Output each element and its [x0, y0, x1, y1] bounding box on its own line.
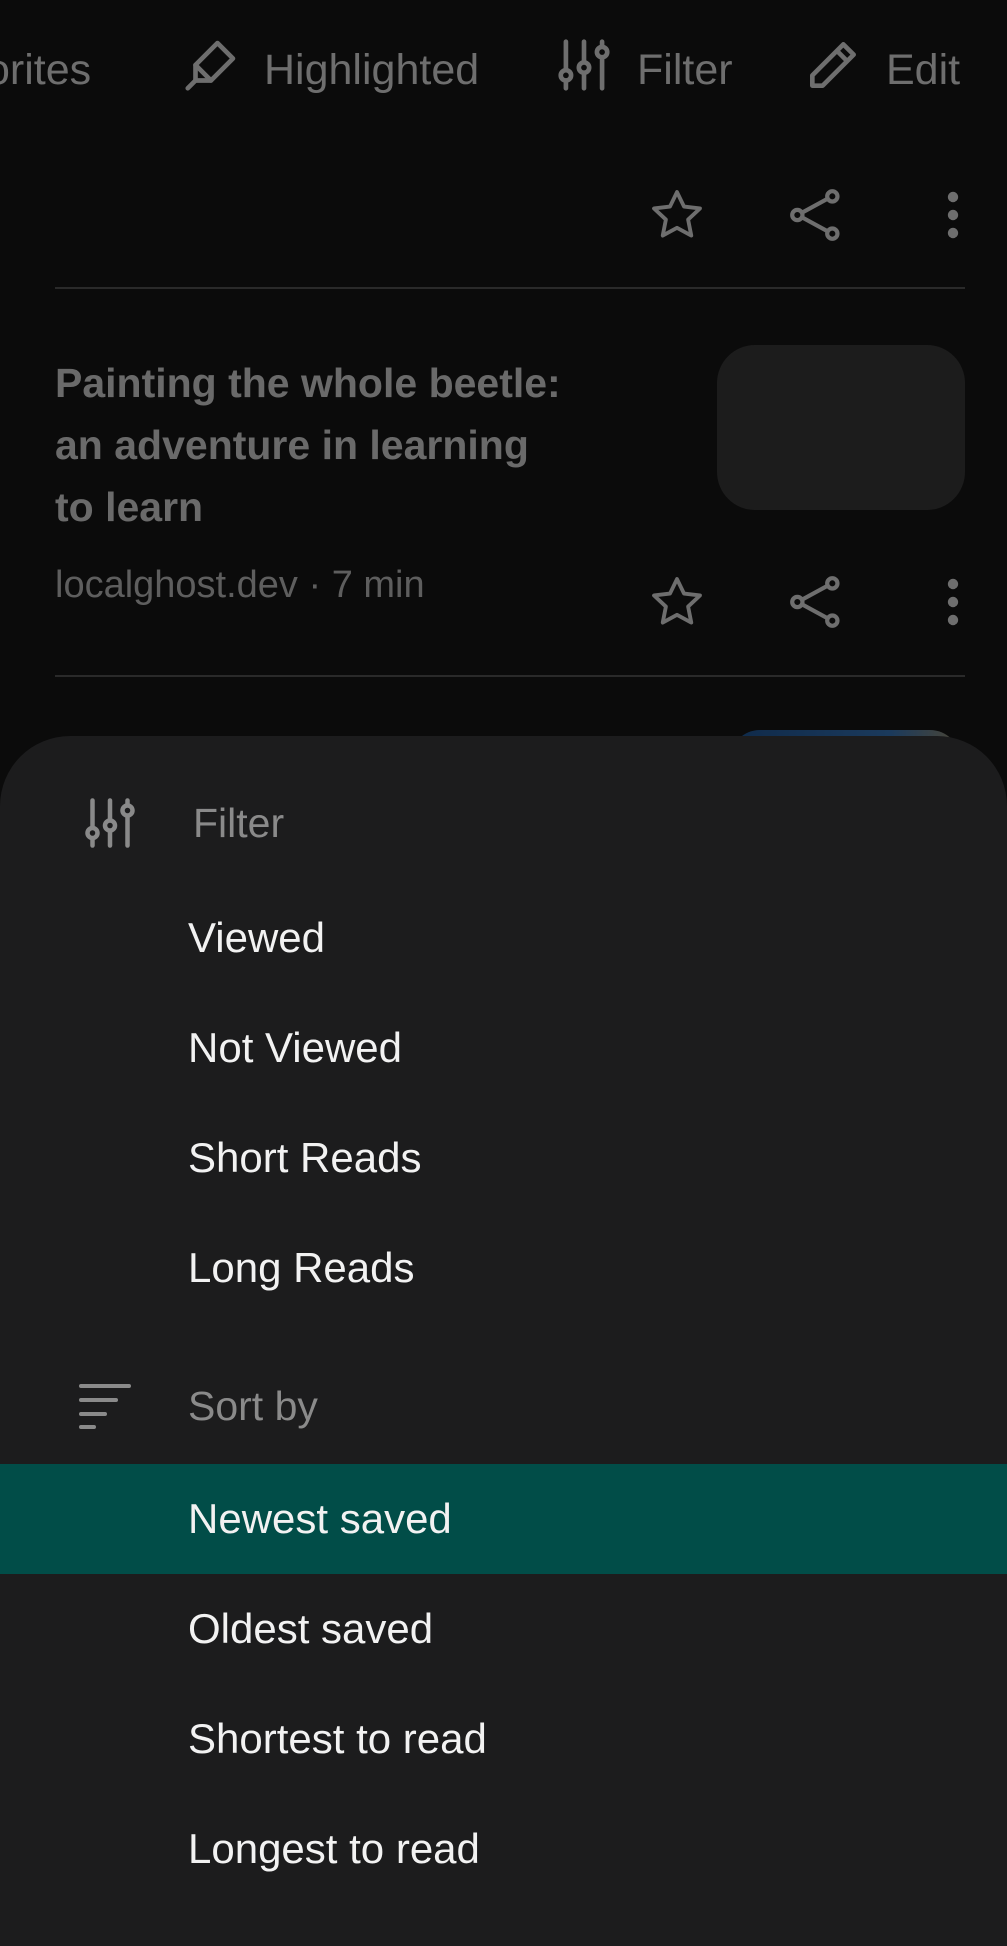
article-actions: [0, 180, 1007, 260]
more-vertical-icon[interactable]: [918, 180, 988, 250]
chip-favorites-label: orites: [0, 45, 92, 94]
sort-option-shortest-to-read[interactable]: Shortest to read: [0, 1684, 1007, 1794]
highlighter-icon: [180, 34, 264, 107]
article-thumbnail: [717, 345, 965, 510]
filter-sliders-icon: [78, 793, 142, 853]
star-icon[interactable]: [642, 567, 712, 637]
filter-option-viewed[interactable]: Viewed: [0, 883, 1007, 993]
pencil-icon: [802, 34, 886, 107]
share-icon[interactable]: [781, 567, 851, 637]
sort-option-longest-to-read[interactable]: Longest to read: [0, 1794, 1007, 1904]
article-actions: [0, 567, 1007, 647]
option-label: Viewed: [188, 914, 325, 961]
chip-highlighted[interactable]: Highlighted: [180, 30, 479, 110]
sort-option-newest-saved[interactable]: Newest saved: [0, 1464, 1007, 1574]
divider: [55, 287, 965, 289]
chip-filter-label: Filter: [637, 45, 733, 94]
filter-option-long-reads[interactable]: Long Reads: [0, 1213, 1007, 1323]
sort-lines-icon: [78, 1381, 132, 1431]
filter-option-not-viewed[interactable]: Not Viewed: [0, 993, 1007, 1103]
filter-sort-sheet: Filter Viewed Not Viewed Short Reads Lon…: [0, 736, 1007, 1946]
option-label: Not Viewed: [188, 1024, 403, 1071]
option-label: Shortest to read: [188, 1715, 487, 1762]
chip-bar: orites Highlighted: [0, 0, 1007, 140]
chip-highlighted-label: Highlighted: [264, 45, 480, 94]
option-label: Long Reads: [188, 1244, 415, 1291]
article-title[interactable]: Painting the whole beetle: an adventure …: [55, 352, 575, 538]
option-label: Short Reads: [188, 1134, 422, 1181]
divider: [55, 675, 965, 677]
chip-favorites[interactable]: orites: [0, 30, 91, 110]
filter-section-label: Filter: [193, 799, 285, 846]
more-vertical-icon[interactable]: [918, 567, 988, 637]
filter-option-short-reads[interactable]: Short Reads: [0, 1103, 1007, 1213]
sort-section-header: Sort by: [0, 1361, 1007, 1451]
option-label: Newest saved: [188, 1495, 452, 1542]
filter-section-header: Filter: [0, 778, 1007, 868]
option-label: Oldest saved: [188, 1605, 434, 1652]
filter-sliders-icon: [553, 34, 637, 107]
screen: orites Highlighted: [0, 0, 1007, 1946]
option-label: Longest to read: [188, 1825, 480, 1872]
sort-section-label: Sort by: [188, 1382, 318, 1429]
chip-filter[interactable]: Filter: [553, 30, 733, 110]
chip-edit[interactable]: Edit: [802, 30, 960, 110]
chip-edit-label: Edit: [886, 45, 961, 94]
star-icon[interactable]: [642, 180, 712, 250]
share-icon[interactable]: [781, 180, 851, 250]
sort-option-oldest-saved[interactable]: Oldest saved: [0, 1574, 1007, 1684]
